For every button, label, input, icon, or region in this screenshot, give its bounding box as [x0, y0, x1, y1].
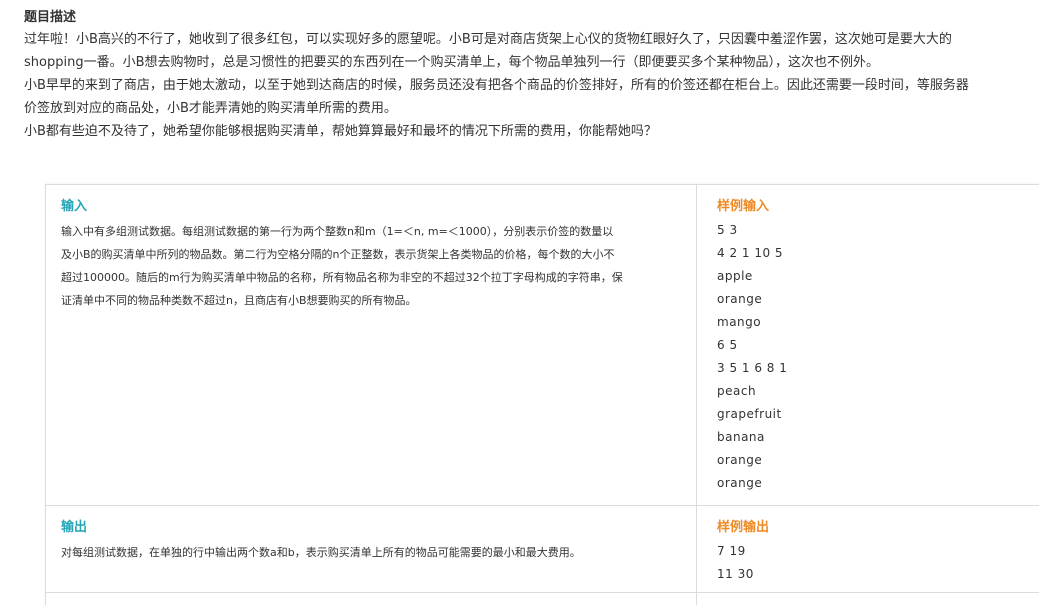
input-line: 及小B的购买清单中所列的物品数。第二行为空格分隔的n个正整数，表示货架上各类物品…: [61, 248, 615, 261]
sample-output-label: 样例输出: [717, 520, 770, 535]
sample-output-line: 7 19: [717, 544, 746, 558]
sample-input-line: orange: [717, 453, 763, 467]
description-line: shopping一番。小B想去购物时，总是习惯性的把要买的东西列在一个购买清单上…: [24, 55, 879, 70]
next-row-left-cell: [46, 593, 697, 605]
description-line: 小B早早的来到了商店，由于她太激动，以至于她到达商店的时候，服务员还没有把各个商…: [24, 78, 969, 93]
sample-input-line: orange: [717, 476, 763, 490]
sample-output-text[interactable]: 7 19 11 30: [717, 540, 1037, 586]
input-cell: 输入 输入中有多组测试数据。每组测试数据的第一行为两个整数n和m（1=＜n, m…: [46, 185, 697, 505]
sample-input-line: 6 5: [717, 338, 738, 352]
input-line: 证清单中不同的物品种类数不超过n，且商店有小B想要购买的所有物品。: [61, 294, 417, 307]
sample-input-line: grapefruit: [717, 407, 782, 421]
input-line: 输入中有多组测试数据。每组测试数据的第一行为两个整数n和m（1=＜n, m=＜1…: [61, 225, 614, 238]
input-label: 输入: [61, 199, 88, 214]
sample-input-label: 样例输入: [717, 199, 770, 214]
sample-input-line: banana: [717, 430, 765, 444]
sample-input-line: orange: [717, 292, 763, 306]
sample-input-line: 4 2 1 10 5: [717, 246, 784, 260]
sample-output-cell: 样例输出 7 19 11 30: [697, 506, 1039, 592]
description-line: 价签放到对应的商品处，小B才能弄清她的购买清单所需的费用。: [24, 101, 397, 116]
output-text: 对每组测试数据，在单独的行中输出两个数a和b，表示购买清单上所有的物品可能需要的…: [61, 541, 681, 564]
input-line: 超过100000。随后的m行为购买清单中物品的名称，所有物品名称为非空的不超过3…: [61, 271, 623, 284]
description-title: 题目描述: [24, 10, 77, 25]
sample-output-line: 11 30: [717, 567, 754, 581]
problem-description: 题目描述 过年啦！小B高兴的不行了，她收到了很多红包，可以实现好多的愿望呢。小B…: [24, 8, 1039, 143]
sample-input-line: mango: [717, 315, 762, 329]
sample-input-line: 5 3: [717, 223, 738, 237]
description-line: 过年啦！小B高兴的不行了，她收到了很多红包，可以实现好多的愿望呢。小B可是对商店…: [24, 32, 952, 47]
sample-input-line: peach: [717, 384, 757, 398]
output-cell: 输出 对每组测试数据，在单独的行中输出两个数a和b，表示购买清单上所有的物品可能…: [46, 506, 697, 592]
output-label: 输出: [61, 520, 88, 535]
input-row: 输入 输入中有多组测试数据。每组测试数据的第一行为两个整数n和m（1=＜n, m…: [46, 185, 1039, 506]
description-line: 小B都有些迫不及待了，她希望你能够根据购买清单，帮她算算最好和最坏的情况下所需的…: [24, 124, 657, 139]
input-text: 输入中有多组测试数据。每组测试数据的第一行为两个整数n和m（1=＜n, m=＜1…: [61, 220, 681, 312]
sample-input-line: apple: [717, 269, 753, 283]
io-table: 输入 输入中有多组测试数据。每组测试数据的第一行为两个整数n和m（1=＜n, m…: [45, 184, 1039, 605]
problem-page: 题目描述 过年啦！小B高兴的不行了，她收到了很多红包，可以实现好多的愿望呢。小B…: [0, 0, 1039, 605]
output-line: 对每组测试数据，在单独的行中输出两个数a和b，表示购买清单上所有的物品可能需要的…: [61, 546, 581, 559]
sample-input-line: 3 5 1 6 8 1: [717, 361, 788, 375]
sample-input-cell: 样例输入 5 3 4 2 1 10 5 apple orange mango 6…: [697, 185, 1039, 505]
sample-input-text[interactable]: 5 3 4 2 1 10 5 apple orange mango 6 5 3 …: [717, 219, 1037, 495]
next-row: [46, 593, 1039, 605]
next-row-right-cell: [697, 593, 1039, 605]
output-row: 输出 对每组测试数据，在单独的行中输出两个数a和b，表示购买清单上所有的物品可能…: [46, 506, 1039, 593]
